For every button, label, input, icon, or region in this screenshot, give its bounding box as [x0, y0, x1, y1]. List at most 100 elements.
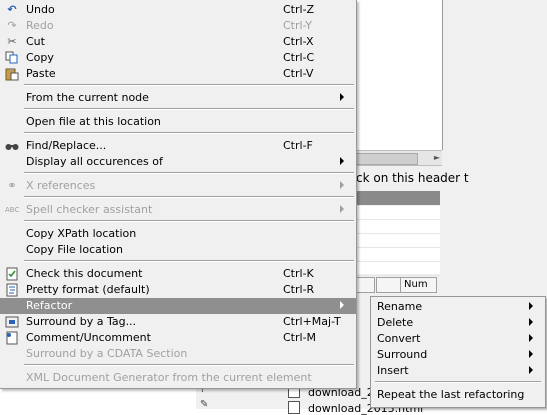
- redo-icon: ↷: [7, 19, 17, 32]
- menu-item-shortcut: Ctrl-M: [283, 331, 317, 344]
- menu-item-label: Refactor: [26, 299, 73, 312]
- menu-item-label: Redo: [26, 19, 54, 32]
- menu-item-label: Rename: [377, 300, 423, 313]
- table-row: [356, 234, 440, 248]
- scrollbar-thumb[interactable]: [356, 153, 418, 165]
- submenu-arrow-icon: [529, 318, 533, 326]
- table-row: [356, 206, 440, 220]
- menu-item-copy[interactable]: Copy Ctrl-C: [0, 50, 356, 66]
- menu-item-shortcut: Ctrl-C: [283, 51, 315, 64]
- surround-tag-icon: [5, 315, 19, 329]
- submenu-arrow-icon: [340, 157, 344, 165]
- menu-item-label: Surround by a Tag...: [26, 315, 137, 328]
- status-bar: Num: [356, 276, 547, 294]
- menu-item-undo[interactable]: ↶ Undo Ctrl-Z: [0, 2, 356, 18]
- attribute-table: [356, 206, 440, 276]
- submenu-arrow-icon: [340, 93, 344, 101]
- menu-separator: [24, 364, 354, 366]
- status-cell: [356, 277, 375, 293]
- menu-item-pretty-format[interactable]: Pretty format (default) Ctrl-R: [0, 282, 356, 298]
- table-row: [356, 262, 440, 276]
- menu-separator: [24, 172, 354, 174]
- menu-item-surround-tag[interactable]: Surround by a Tag... Ctrl+Maj-T: [0, 314, 356, 330]
- submenu-arrow-icon: [529, 366, 533, 374]
- menu-item-label: Undo: [26, 3, 55, 16]
- menu-item-label: Insert: [377, 364, 409, 377]
- submenu-item-convert[interactable]: Convert: [371, 331, 545, 347]
- refactor-submenu: Rename Delete Convert Surround Insert Re…: [370, 296, 546, 408]
- menu-item-label: Repeat the last refactoring: [377, 388, 525, 401]
- menu-item-shortcut: Ctrl-F: [283, 139, 313, 152]
- menu-item-open-file[interactable]: Open file at this location: [0, 114, 356, 130]
- submenu-item-rename[interactable]: Rename: [371, 299, 545, 315]
- binoculars-icon: [5, 139, 19, 153]
- menu-item-paste[interactable]: Paste Ctrl-V: [0, 66, 356, 82]
- menu-item-label: Copy File location: [26, 243, 123, 256]
- menu-item-label: Pretty format (default): [26, 283, 150, 296]
- menu-item-label: Paste: [26, 67, 56, 80]
- menu-item-redo[interactable]: ↷ Redo Ctrl-Y: [0, 18, 356, 34]
- menu-item-find-replace[interactable]: Find/Replace... Ctrl-F: [0, 138, 356, 154]
- menu-item-label: Display all occurences of: [26, 155, 163, 168]
- menu-separator: [24, 260, 354, 262]
- menu-item-cut[interactable]: ✂ Cut Ctrl-X: [0, 34, 356, 50]
- table-row: [356, 220, 440, 234]
- menu-item-copy-file-location[interactable]: Copy File location: [0, 242, 356, 258]
- menu-item-label: Check this document: [26, 267, 143, 280]
- submenu-item-delete[interactable]: Delete: [371, 315, 545, 331]
- menu-item-label: Convert: [377, 332, 421, 345]
- menu-item-label: From the current node: [26, 91, 149, 104]
- menu-item-check-document[interactable]: Check this document Ctrl-K: [0, 266, 356, 282]
- comment-icon: [5, 331, 19, 345]
- submenu-item-repeat-refactoring[interactable]: Repeat the last refactoring: [371, 387, 545, 403]
- menu-item-label: XML Document Generator from the current …: [26, 371, 312, 384]
- context-menu: ↶ Undo Ctrl-Z ↷ Redo Ctrl-Y ✂ Cut Ctrl-X…: [0, 0, 357, 389]
- menu-separator: [24, 108, 354, 110]
- table-row: [356, 248, 440, 262]
- horizontal-scrollbar[interactable]: ►: [356, 150, 442, 166]
- submenu-arrow-icon: [340, 205, 344, 213]
- submenu-arrow-icon: [529, 350, 533, 358]
- menu-item-label: Surround: [377, 348, 428, 361]
- scissors-icon: ✂: [7, 35, 17, 48]
- link-icon: ⚭: [7, 179, 17, 192]
- menu-item-spell-checker[interactable]: ABC Spell checker assistant: [0, 202, 356, 218]
- menu-item-label: Spell checker assistant: [26, 203, 153, 216]
- menu-item-label: Comment/Uncomment: [26, 331, 151, 344]
- num-lock-indicator: Num: [400, 277, 437, 293]
- menu-item-xml-generator[interactable]: XML Document Generator from the current …: [0, 370, 356, 386]
- submenu-arrow-icon: [529, 302, 533, 310]
- menu-item-x-references[interactable]: ⚭ X references: [0, 178, 356, 194]
- menu-separator: [24, 132, 354, 134]
- menu-item-copy-xpath[interactable]: Copy XPath location: [0, 226, 356, 242]
- menu-item-comment[interactable]: Comment/Uncomment Ctrl-M: [0, 330, 356, 346]
- scroll-right-icon[interactable]: ►: [434, 153, 440, 162]
- menu-item-from-current-node[interactable]: From the current node: [0, 90, 356, 106]
- menu-item-refactor[interactable]: Refactor: [0, 298, 356, 314]
- file-icon: [288, 401, 300, 414]
- paste-icon: [5, 67, 19, 81]
- menu-separator: [375, 381, 541, 383]
- menu-separator: [24, 220, 354, 222]
- spellcheck-icon: ABC: [5, 206, 20, 214]
- submenu-arrow-icon: [340, 301, 344, 309]
- submenu-item-insert[interactable]: Insert: [371, 363, 545, 379]
- submenu-arrow-icon: [529, 334, 533, 342]
- menu-item-shortcut: Ctrl-X: [283, 35, 314, 48]
- menu-item-display-occurrences[interactable]: Display all occurences of: [0, 154, 356, 170]
- editor-panel: [356, 0, 443, 150]
- menu-item-label: Open file at this location: [26, 115, 161, 128]
- submenu-item-surround[interactable]: Surround: [371, 347, 545, 363]
- menu-item-label: Copy: [26, 51, 54, 64]
- submenu-arrow-icon: [340, 181, 344, 189]
- menu-separator: [24, 84, 354, 86]
- menu-item-shortcut: Ctrl-R: [283, 283, 315, 296]
- copy-icon: [5, 51, 19, 65]
- menu-item-surround-cdata[interactable]: Surround by a CDATA Section: [0, 346, 356, 362]
- table-header-bar: [356, 191, 440, 205]
- menu-item-shortcut: Ctrl+Maj-T: [283, 315, 341, 328]
- menu-item-label: X references: [26, 179, 96, 192]
- check-document-icon: [5, 267, 19, 281]
- edit-icon[interactable]: ✎: [200, 399, 208, 410]
- status-cell: [376, 277, 401, 293]
